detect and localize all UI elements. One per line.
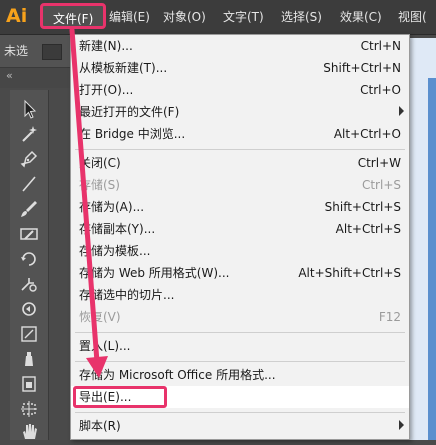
menu-item-label: 从模板新建(T)... [79,61,168,75]
app-logo: Ai [6,5,28,27]
line-tool-icon[interactable] [17,173,41,195]
menu-item-save-as-template[interactable]: 存储为模板... [71,240,409,262]
menu-item-save: 存储(S) Ctrl+S [71,174,409,196]
menu-item-label: 关闭(C) [79,156,121,170]
menu-item-shortcut: Ctrl+O [360,83,401,97]
menu-item-label: 在 Bridge 中浏览... [79,127,186,141]
file-menu-dropdown: 新建(N)... Ctrl+N 从模板新建(T)... Shift+Ctrl+N… [70,34,410,440]
menu-separator [75,361,405,362]
menu-item-save-copy[interactable]: 存储副本(Y)... Alt+Ctrl+S [71,218,409,240]
selection-tool-icon[interactable] [17,98,41,120]
magic-wand-tool-icon[interactable] [17,123,41,145]
menu-item-place[interactable]: 置入(L)... [71,335,409,357]
menu-item-label: 存储为模板... [79,244,151,258]
submenu-arrow-icon [399,106,404,116]
menu-item-shortcut: F12 [378,310,401,324]
menu-item-shortcut: Ctrl+W [357,156,401,170]
menu-separator [75,332,405,333]
menu-object[interactable]: 对象(O) [163,8,206,26]
menu-item-label: 存储为(A)... [79,200,145,214]
scale-tool-icon[interactable] [17,273,41,295]
canvas-area [410,38,436,440]
menu-edit[interactable]: 编辑(E) [109,8,150,26]
menu-item-label: 导出(E)... [79,390,132,404]
menu-item-label: 存储选中的切片... [79,288,175,302]
menu-item-shortcut: Shift+Ctrl+N [323,61,401,75]
control-dropdown[interactable] [42,44,62,60]
menu-item-save-for-web[interactable]: 存储为 Web 所用格式(W)... Alt+Shift+Ctrl+S [71,262,409,284]
menu-view[interactable]: 视图( [398,8,427,26]
menu-item-label: 存储(S) [79,178,120,192]
menu-item-export[interactable]: 导出(E)... [71,386,409,408]
menu-separator [75,412,405,413]
artboard-tool-icon[interactable] [17,398,41,420]
menu-separator [75,149,405,150]
menu-file[interactable]: 文件(F) [40,3,107,29]
menu-item-save-as[interactable]: 存储为(A)... Shift+Ctrl+S [71,196,409,218]
menu-item-shortcut: Alt+Ctrl+O [333,127,401,141]
menu-effect[interactable]: 效果(C) [340,8,382,26]
canvas-artwork [428,78,436,440]
menu-item-shortcut: Alt+Shift+Ctrl+S [298,266,401,280]
menu-item-save-for-office[interactable]: 存储为 Microsoft Office 所用格式... [71,364,409,386]
tools-panel [10,90,49,440]
menu-item-close[interactable]: 关闭(C) Ctrl+W [71,152,409,174]
pencil-tool-icon[interactable] [17,223,41,245]
menu-item-open[interactable]: 打开(O)... Ctrl+O [71,79,409,101]
brush-tool-icon[interactable] [17,198,41,220]
menu-item-save-selected-slices[interactable]: 存储选中的切片... [71,284,409,306]
symbol-sprayer-tool-icon[interactable] [17,348,41,370]
menu-item-browse-in-bridge[interactable]: 在 Bridge 中浏览... Alt+Ctrl+O [71,123,409,145]
rotate-tool-icon[interactable] [17,248,41,270]
menu-type[interactable]: 文字(T) [223,8,264,26]
menu-item-revert: 恢复(V) F12 [71,306,409,328]
menu-item-label: 存储为 Web 所用格式(W)... [79,266,230,280]
submenu-arrow-icon [399,420,404,430]
free-transform-tool-icon[interactable] [17,323,41,345]
menu-item-label: 最近打开的文件(F) [79,105,180,119]
menu-item-scripts[interactable]: 脚本(R) [71,415,409,437]
collapse-panel-icon[interactable]: « [6,69,13,82]
menu-item-label: 存储副本(Y)... [79,222,156,236]
menu-item-label: 新建(N)... [79,39,133,53]
menu-item-label: 打开(O)... [79,83,134,97]
menu-item-shortcut: Ctrl+S [361,178,401,192]
control-bar: 未选 [0,35,76,67]
menu-item-shortcut: Ctrl+N [360,39,401,53]
menu-item-label: 存储为 Microsoft Office 所用格式... [79,368,276,382]
menu-bar: Ai 文件(F) 编辑(E) 对象(O) 文字(T) 选择(S) 效果(C) 视… [0,0,436,35]
hand-tool-icon[interactable] [17,420,41,442]
menu-item-shortcut: Alt+Ctrl+S [335,222,401,236]
menu-item-new[interactable]: 新建(N)... Ctrl+N [71,35,409,57]
panel-header: « [0,67,76,88]
graph-tool-icon[interactable] [17,373,41,395]
menu-item-label: 恢复(V) [79,310,121,324]
menu-item-open-recent[interactable]: 最近打开的文件(F) [71,101,409,123]
menu-item-shortcut: Shift+Ctrl+S [324,200,401,214]
menu-select[interactable]: 选择(S) [281,8,322,26]
menu-item-new-from-template[interactable]: 从模板新建(T)... Shift+Ctrl+N [71,57,409,79]
warp-tool-icon[interactable] [17,298,41,320]
selection-status: 未选 [4,44,29,58]
menu-item-label: 置入(L)... [79,339,131,353]
menu-item-label: 脚本(R) [79,419,121,433]
pen-tool-icon[interactable] [17,148,41,170]
